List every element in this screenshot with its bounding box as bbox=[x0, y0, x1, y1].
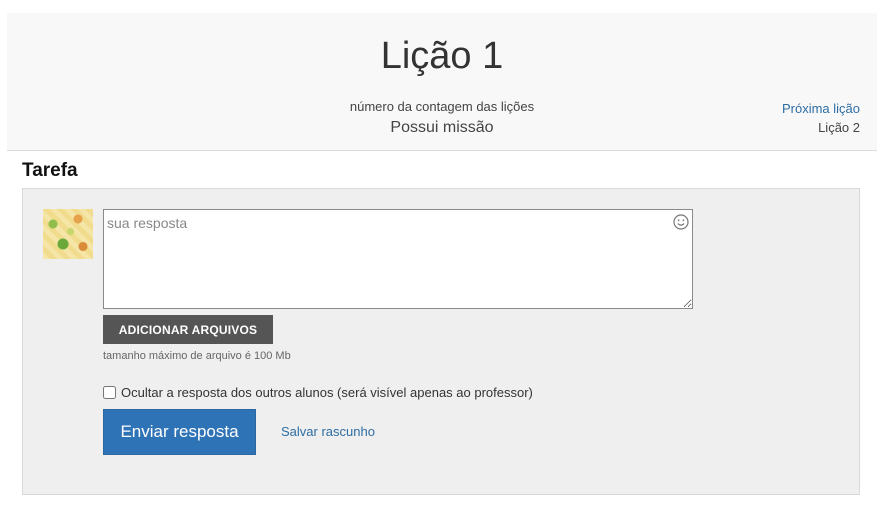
file-size-hint: tamanho máximo de arquivo é 100 Mb bbox=[103, 350, 291, 362]
next-lesson-link[interactable]: Próxima lição bbox=[782, 101, 860, 116]
submit-answer-button[interactable]: Enviar resposta bbox=[103, 409, 256, 455]
task-panel: ADICIONAR ARQUIVOS tamanho máximo de arq… bbox=[22, 188, 860, 495]
hide-answer-label: Ocultar a resposta dos outros alunos (se… bbox=[121, 385, 533, 400]
lesson-header: Lição 1 número da contagem das lições Po… bbox=[7, 13, 877, 151]
task-section-title: Tarefa bbox=[22, 160, 78, 181]
save-draft-link[interactable]: Salvar rascunho bbox=[281, 424, 375, 439]
next-lesson-nav: Próxima lição Lição 2 bbox=[782, 101, 860, 135]
hide-answer-checkbox[interactable] bbox=[103, 386, 116, 399]
answer-field-wrapper bbox=[103, 209, 693, 309]
add-files-button[interactable]: ADICIONAR ARQUIVOS bbox=[103, 315, 273, 344]
lesson-counter-label: número da contagem das lições bbox=[349, 99, 535, 114]
avatar bbox=[43, 209, 93, 259]
mission-status: Possui missão bbox=[390, 119, 494, 136]
next-lesson-name: Lição 2 bbox=[818, 120, 860, 135]
hide-answer-option[interactable]: Ocultar a resposta dos outros alunos (se… bbox=[103, 385, 533, 400]
answer-textarea[interactable] bbox=[103, 209, 693, 309]
smiley-icon[interactable] bbox=[673, 214, 689, 230]
page-title: Lição 1 bbox=[380, 35, 504, 77]
